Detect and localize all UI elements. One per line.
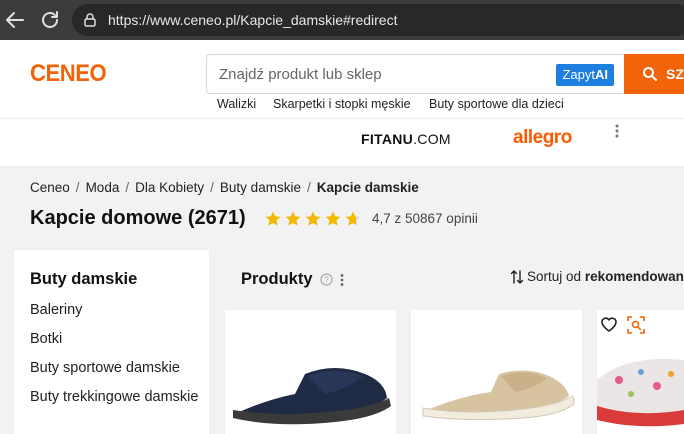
back-arrow-icon[interactable] — [3, 8, 27, 32]
breadcrumb-current: Kapcie damskie — [316, 180, 419, 195]
sidebar-item-buty-trekkingowe[interactable]: Buty trekkingowe damskie — [30, 387, 200, 408]
quick-link-buty-sportowe[interactable]: Buty sportowe dla dzieci — [429, 97, 564, 111]
quick-link-walizki[interactable]: Walizki — [217, 97, 256, 111]
address-bar[interactable]: https://www.ceneo.pl/Kapcie_damskie#redi… — [72, 4, 684, 36]
breadcrumb-separator: / — [306, 180, 311, 195]
info-icon[interactable]: ? — [320, 273, 333, 286]
breadcrumb-separator: / — [75, 180, 80, 195]
url-text[interactable]: https://www.ceneo.pl/Kapcie_damskie#redi… — [108, 12, 397, 28]
search-icon — [643, 67, 657, 81]
products-heading: Produkty — [241, 270, 313, 288]
browser-toolbar: https://www.ceneo.pl/Kapcie_damskie#redi… — [0, 0, 684, 40]
fitanu-domain: .COM — [413, 131, 451, 147]
category-sidebar: Buty damskie Baleriny Botki Buty sportow… — [14, 250, 209, 434]
breadcrumb-buty-damskie[interactable]: Buty damskie — [220, 180, 301, 195]
zoom-icon[interactable] — [627, 316, 645, 334]
breadcrumb-ceneo[interactable]: Ceneo — [30, 180, 70, 195]
breadcrumb-separator: / — [210, 180, 214, 195]
sort-dropdown[interactable]: Sortuj od rekomendowan — [527, 269, 684, 284]
search-input[interactable]: Znajdź produkt lub sklep ZapytAI — [206, 54, 624, 94]
breadcrumb-moda[interactable]: Moda — [86, 180, 120, 195]
beige-slipper-image[interactable] — [411, 310, 582, 434]
zapyt-ai-label: AI — [595, 67, 608, 82]
fitanu-name: FITANU — [361, 131, 414, 147]
product-card-2[interactable] — [411, 310, 582, 434]
sidebar-item-buty-sportowe[interactable]: Buty sportowe damskie — [30, 358, 200, 379]
search-placeholder: Znajdź produkt lub sklep — [219, 66, 382, 83]
star-icon — [345, 211, 361, 226]
partner-ads-strip: FITANU.COM allegro — [0, 118, 684, 166]
product-card-1[interactable] — [225, 310, 396, 434]
products-more-icon[interactable] — [339, 273, 345, 287]
page-title: Kapcie domowe (2671) — [30, 207, 246, 230]
svg-text:?: ? — [324, 276, 329, 285]
search-button[interactable]: SZ — [624, 54, 684, 94]
fitanu-logo[interactable]: FITANU.COM — [361, 131, 451, 147]
sidebar-item-baleriny[interactable]: Baleriny — [30, 300, 200, 321]
sort-value: rekomendowan — [584, 269, 684, 284]
sidebar-item-botki[interactable]: Botki — [30, 329, 200, 350]
navy-slipper-image[interactable] — [225, 310, 396, 434]
star-icon — [305, 211, 321, 226]
quick-link-skarpetki[interactable]: Skarpetki i stopki męskie — [273, 97, 411, 111]
rating-stars — [265, 211, 361, 226]
breadcrumb-separator: / — [125, 180, 130, 195]
star-icon — [325, 211, 341, 226]
site-header: CENEO Znajdź produkt lub sklep ZapytAI S… — [0, 40, 684, 118]
reload-icon[interactable] — [38, 8, 62, 32]
ceneo-logo[interactable]: CENEO — [30, 60, 107, 88]
zapyt-ai-button[interactable]: ZapytAI — [556, 64, 614, 86]
product-count: (2671) — [187, 207, 246, 229]
star-icon — [285, 211, 301, 226]
site-info-icon[interactable] — [82, 12, 98, 28]
sidebar-heading: Buty damskie — [30, 270, 138, 288]
sort-prefix: Sortuj od — [527, 269, 582, 284]
star-icon — [265, 211, 281, 226]
search-button-label: SZ — [666, 66, 684, 82]
more-options-icon[interactable] — [614, 123, 620, 139]
breadcrumb-dla-kobiety[interactable]: Dla Kobiety — [135, 180, 204, 195]
sort-icon[interactable] — [510, 269, 524, 285]
allegro-logo[interactable]: allegro — [513, 127, 572, 149]
heart-icon[interactable] — [600, 316, 618, 332]
category-name: Kapcie domowe — [30, 207, 183, 229]
zapyt-label: Zapyt — [562, 67, 595, 82]
breadcrumb: Ceneo / Moda / Dla Kobiety / Buty damskie / Kapc… — [30, 180, 419, 195]
rating-link[interactable]: 4,7 z 50867 opinii — [372, 211, 478, 226]
